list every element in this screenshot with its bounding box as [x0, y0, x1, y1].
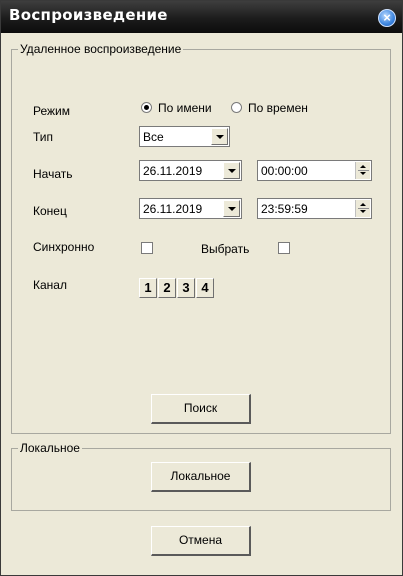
start-time-spinner[interactable]: 00:00:00 — [257, 160, 372, 181]
start-date-value: 26.11.2019 — [143, 164, 203, 178]
type-select[interactable]: Все — [139, 126, 230, 147]
search-button[interactable]: Поиск — [151, 394, 251, 424]
type-select-value: Все — [143, 130, 164, 144]
channel-3-button[interactable]: 3 — [177, 278, 195, 298]
chevron-down-icon[interactable] — [223, 200, 240, 217]
window-title: Воспроизведение — [9, 6, 168, 24]
chevron-down-icon[interactable] — [223, 162, 240, 179]
sync-checkbox[interactable] — [141, 242, 153, 254]
channel-4-button[interactable]: 4 — [196, 278, 214, 298]
mode-label: Режим — [33, 104, 70, 118]
spinner-icon[interactable] — [355, 200, 370, 217]
select-label: Выбрать — [201, 242, 250, 256]
playback-window: Воспроизведение × Удаленное воспроизведе… — [0, 0, 403, 576]
type-label: Тип — [33, 130, 54, 144]
end-time-value: 23:59:59 — [261, 202, 308, 216]
cancel-button[interactable]: Отмена — [151, 526, 251, 556]
end-time-spinner[interactable]: 23:59:59 — [257, 198, 372, 219]
channel-label: Канал — [33, 278, 67, 292]
channel-1-button[interactable]: 1 — [139, 278, 157, 298]
local-button[interactable]: Локальное — [151, 462, 251, 492]
chevron-down-icon[interactable] — [211, 128, 228, 145]
start-time-value: 00:00:00 — [261, 164, 308, 178]
remote-playback-legend: Удаленное воспроизведение — [18, 42, 184, 56]
title-bar[interactable]: Воспроизведение × — [1, 1, 402, 33]
end-date-value: 26.11.2019 — [143, 202, 203, 216]
mode-by-time-label[interactable]: По времен — [248, 101, 308, 115]
local-legend: Локальное — [18, 441, 82, 455]
channel-2-button[interactable]: 2 — [158, 278, 176, 298]
start-date-picker[interactable]: 26.11.2019 — [139, 160, 242, 181]
mode-by-name-radio[interactable] — [141, 102, 152, 113]
mode-by-name-label[interactable]: По имени — [158, 101, 212, 115]
spinner-icon[interactable] — [355, 162, 370, 179]
end-date-picker[interactable]: 26.11.2019 — [139, 198, 242, 219]
channel-buttons: 1 2 3 4 — [139, 278, 219, 298]
start-label: Начать — [33, 167, 73, 181]
close-icon[interactable]: × — [378, 9, 396, 27]
sync-label: Синхронно — [33, 240, 95, 254]
select-checkbox[interactable] — [278, 242, 290, 254]
end-label: Конец — [33, 204, 67, 218]
mode-by-time-radio[interactable] — [231, 102, 242, 113]
